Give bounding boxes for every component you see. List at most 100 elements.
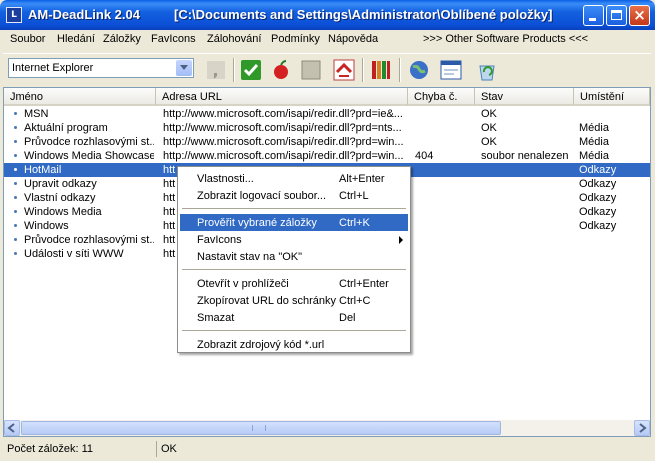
dropdown-arrow-icon[interactable]	[176, 60, 192, 76]
column-header-url[interactable]: Adresa URL	[156, 88, 408, 106]
arrow-left-icon	[7, 423, 15, 433]
scroll-thumb[interactable]	[21, 421, 501, 435]
cell-location: Odkazy	[579, 192, 617, 204]
column-header-location[interactable]: Umístění	[574, 88, 650, 106]
menu-napoveda[interactable]: Nápověda	[328, 33, 378, 45]
close-button[interactable]: ×	[629, 5, 650, 26]
cell-location: Odkazy	[579, 220, 617, 232]
recycle-icon[interactable]	[475, 58, 499, 82]
column-header-status[interactable]: Stav	[475, 88, 574, 106]
home-icon[interactable]	[332, 58, 356, 82]
maximize-button[interactable]	[606, 5, 627, 26]
context-menu-item[interactable]: FavIcons	[180, 231, 408, 248]
context-menu-item[interactable]: Zobrazit logovací soubor... Ctrl+L	[180, 187, 408, 204]
bookmark-icon	[14, 112, 17, 115]
cell-name: Windows Media	[24, 206, 102, 218]
table-row[interactable]: Průvodce rozhlasovými st... http://www.mi…	[4, 135, 650, 149]
maximize-icon	[611, 10, 622, 20]
check-icon[interactable]	[239, 58, 263, 82]
menu-item-shortcut: Alt+Enter	[339, 173, 385, 185]
toolbar-separator	[362, 58, 364, 82]
bookmark-icon	[14, 126, 17, 129]
cell-name: Vlastní odkazy	[24, 192, 96, 204]
blank-icon[interactable]	[299, 58, 323, 82]
cell-name: Windows Media Showcase	[24, 150, 154, 162]
toolbar: Internet Explorer	[3, 53, 651, 85]
cell-location: Média	[579, 150, 609, 162]
cell-name: MSN	[24, 108, 49, 120]
menu-hledani[interactable]: Hledání	[57, 33, 95, 45]
cell-name: Události v síti WWW	[24, 248, 124, 260]
bookmark-icon	[14, 196, 17, 199]
menu-separator	[182, 330, 406, 331]
menu-item-shortcut: Ctrl+K	[339, 217, 370, 229]
cell-status: OK	[481, 122, 497, 134]
minimize-button[interactable]	[583, 5, 604, 26]
cell-url: http://www.microsoft.com/isapi/redir.dll…	[163, 150, 404, 162]
bookmark-icon	[14, 224, 17, 227]
browser-select[interactable]: Internet Explorer	[8, 58, 194, 78]
menu-zalohovani[interactable]: Zálohování	[207, 33, 261, 45]
books-icon[interactable]	[369, 58, 393, 82]
scroll-right-button[interactable]	[634, 420, 650, 436]
bookmark-icon	[14, 238, 17, 241]
bookmark-icon	[14, 168, 17, 171]
app-window: L AM-DeadLink 2.04 [C:\Documents and Set…	[0, 0, 655, 461]
context-menu-item[interactable]: Vlastnosti... Alt+Enter	[180, 170, 408, 187]
table-row[interactable]: Aktuální program http://www.microsoft.com…	[4, 121, 650, 135]
title-bar[interactable]: L AM-DeadLink 2.04 [C:\Documents and Set…	[0, 0, 655, 30]
menu-item-label: Zkopírovat URL do schránky	[197, 295, 336, 307]
cell-name: Průvodce rozhlasovými st...	[24, 234, 154, 246]
app-icon[interactable]: L	[6, 7, 22, 23]
menu-item-label: Zobrazit zdrojový kód *.url	[197, 339, 325, 351]
menu-zalozky[interactable]: Záložky	[103, 33, 141, 45]
context-menu: Vlastnosti... Alt+Enter Zobrazit logovací …	[177, 166, 411, 353]
submenu-arrow-icon	[399, 236, 403, 244]
horizontal-scrollbar[interactable]	[4, 420, 650, 436]
menu-separator	[182, 208, 406, 209]
bookmark-icon	[14, 140, 17, 143]
close-icon: ×	[633, 6, 646, 24]
cell-url: http://www.microsoft.com/isapi/redir.dll…	[163, 136, 404, 148]
comma-icon[interactable]	[204, 58, 228, 82]
column-header-name[interactable]: Jméno	[4, 88, 156, 106]
context-menu-item[interactable]: Nastavit stav na "OK"	[180, 248, 408, 265]
context-menu-item[interactable]: Prověřit vybrané záložky Ctrl+K	[180, 214, 408, 231]
context-menu-item[interactable]: Zkopírovat URL do schránky Ctrl+C	[180, 292, 408, 309]
cell-name: HotMail	[24, 164, 62, 176]
column-header-error[interactable]: Chyba č.	[408, 88, 475, 106]
menu-item-label: Zobrazit logovací soubor...	[197, 190, 327, 202]
bookmark-icon	[14, 252, 17, 255]
menu-item-shortcut: Ctrl+Enter	[339, 278, 389, 290]
status-state: OK	[156, 441, 651, 457]
cell-location: Odkazy	[579, 164, 617, 176]
cell-name: Průvodce rozhlasovými st...	[24, 136, 154, 148]
table-row[interactable]: Windows Media Showcase http://www.microso…	[4, 149, 650, 163]
menu-soubor[interactable]: Soubor	[10, 33, 45, 45]
apple-icon[interactable]	[269, 58, 293, 82]
menu-item-shortcut: Del	[339, 312, 356, 324]
scroll-left-button[interactable]	[4, 420, 20, 436]
cell-url: http://www.microsoft.com/isapi/redir.dll…	[163, 108, 403, 120]
cell-location: Média	[579, 122, 609, 134]
status-bookmark-count: Počet záložek: 11	[7, 443, 94, 455]
globe-icon[interactable]	[407, 58, 431, 82]
menu-favicons[interactable]: FavIcons	[151, 33, 196, 45]
menu-item-shortcut: Ctrl+L	[339, 190, 369, 202]
bookmark-icon	[14, 182, 17, 185]
cell-status: OK	[481, 136, 497, 148]
status-bar: Počet záložek: 11 OK	[3, 440, 651, 458]
context-menu-item[interactable]: Otevřít v prohlížeči Ctrl+Enter	[180, 275, 408, 292]
other-products-link[interactable]: >>> Other Software Products <<<	[423, 33, 588, 45]
scroll-grip	[252, 425, 266, 431]
context-menu-item[interactable]: Smazat Del	[180, 309, 408, 326]
bookmark-icon	[14, 154, 17, 157]
table-row[interactable]: MSN http://www.microsoft.com/isapi/redir.…	[4, 107, 650, 121]
context-menu-item[interactable]: Zobrazit zdrojový kód *.url	[180, 336, 408, 353]
window-icon[interactable]	[439, 58, 463, 82]
cell-name: Upravit odkazy	[24, 178, 97, 190]
list-header: Jméno Adresa URL Chyba č. Stav Umístění	[4, 88, 650, 106]
cell-location: Odkazy	[579, 206, 617, 218]
menu-podminky[interactable]: Podmínky	[271, 33, 320, 45]
menu-item-label: Otevřít v prohlížeči	[197, 278, 289, 290]
